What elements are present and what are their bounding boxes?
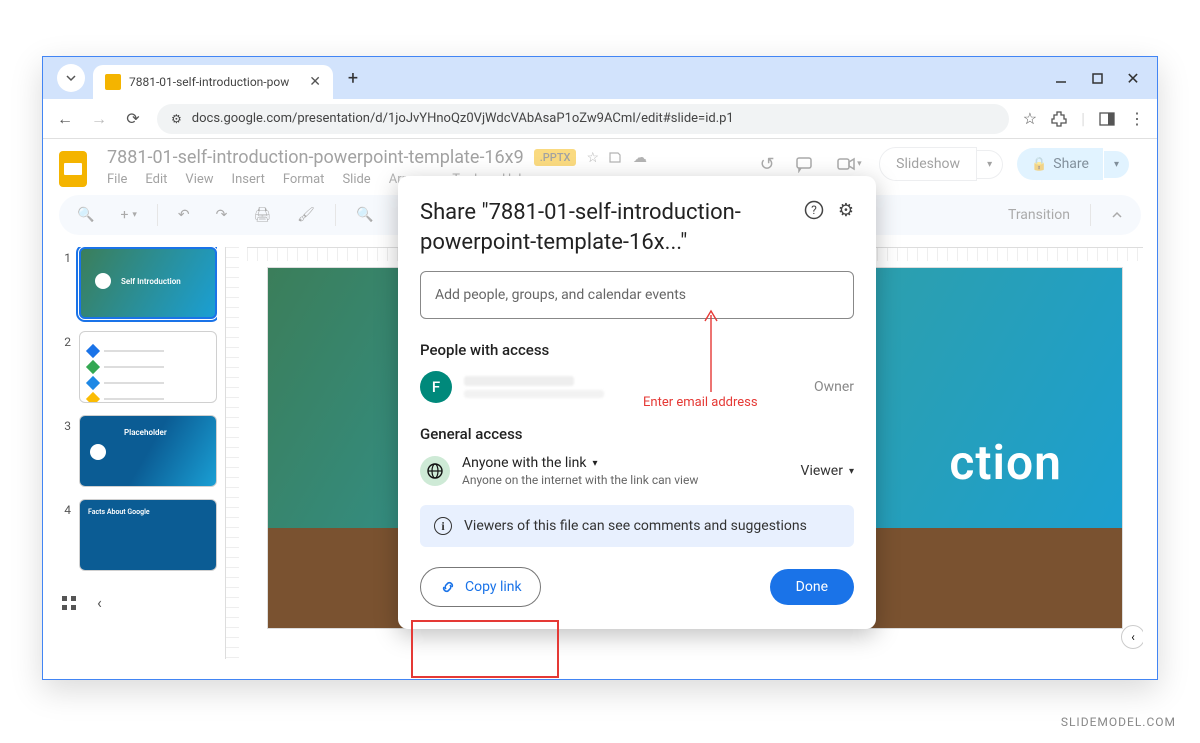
thumb4-title: Facts About Google — [88, 508, 150, 516]
tab-title: 7881-01-self-introduction-pow — [129, 75, 301, 89]
slide-thumbnails: 1 Self Introduction 2 — [57, 247, 217, 659]
copy-link-button[interactable]: Copy link — [420, 567, 541, 607]
general-access-row: Anyone with the link ▾ Anyone on the int… — [420, 455, 854, 487]
share-dialog: Share "7881-01-self-introduction-powerpo… — [398, 176, 876, 629]
copy-link-label: Copy link — [465, 579, 522, 595]
thumb-number: 1 — [57, 247, 71, 265]
url-text: docs.google.com/presentation/d/1joJvYHno… — [192, 111, 734, 126]
close-tab-icon[interactable]: ✕ — [309, 74, 321, 90]
tab-search-button[interactable] — [57, 64, 85, 92]
thumb1-title: Self Introduction — [121, 277, 181, 286]
vertical-ruler — [225, 247, 239, 659]
slide-thumbnail-2[interactable] — [79, 331, 217, 403]
slides-favicon-icon — [105, 74, 121, 90]
person-role: Owner — [814, 379, 854, 395]
thumb-number: 4 — [57, 499, 71, 517]
extensions-icon[interactable] — [1051, 111, 1067, 127]
slide-thumbnail-4[interactable]: Facts About Google — [79, 499, 217, 571]
add-people-placeholder: Add people, groups, and calendar events — [435, 287, 686, 303]
people-access-heading: People with access — [420, 341, 854, 359]
dialog-title: Share "7881-01-self-introduction-powerpo… — [420, 198, 794, 257]
avatar: F — [420, 371, 452, 403]
thumb3-title: Placeholder — [124, 428, 167, 437]
slide-thumbnail-3[interactable]: Placeholder — [79, 415, 217, 487]
annotation-arrow — [691, 307, 731, 397]
info-text: Viewers of this file can see comments an… — [464, 518, 807, 534]
browser-menu-icon[interactable]: ⋮ — [1129, 109, 1145, 128]
access-type-select[interactable]: Anyone with the link ▾ — [462, 455, 698, 471]
slide-title-fragment: ction — [949, 434, 1062, 491]
role-select[interactable]: Viewer ▾ — [801, 463, 854, 479]
person-row: F Owner — [420, 371, 854, 403]
maximize-window-button[interactable] — [1079, 57, 1115, 99]
annotation-text: Enter email address — [643, 395, 758, 410]
thumb-number: 3 — [57, 415, 71, 433]
forward-button[interactable]: → — [89, 109, 109, 129]
grid-view-icon[interactable] — [61, 595, 77, 611]
site-info-icon[interactable]: ⚙ — [171, 112, 182, 126]
general-access-heading: General access — [420, 425, 854, 443]
back-button[interactable]: ← — [55, 109, 75, 129]
add-people-input[interactable]: Add people, groups, and calendar events — [420, 271, 854, 319]
person-email-redacted — [464, 390, 604, 398]
help-icon[interactable]: ? — [804, 200, 824, 221]
info-banner: i Viewers of this file can see comments … — [420, 505, 854, 547]
browser-tab[interactable]: 7881-01-self-introduction-pow ✕ — [93, 65, 333, 99]
prev-icon[interactable]: ‹ — [97, 593, 102, 612]
done-button[interactable]: Done — [770, 569, 854, 605]
thumb-number: 2 — [57, 331, 71, 349]
slide-thumbnail-1[interactable]: Self Introduction — [79, 247, 217, 319]
watermark: SLIDEMODEL.COM — [1061, 715, 1176, 729]
browser-url-bar: ← → ⟳ ⚙ docs.google.com/presentation/d/1… — [43, 99, 1157, 139]
reload-button[interactable]: ⟳ — [123, 109, 143, 128]
person-name-redacted — [464, 376, 574, 386]
browser-tab-strip: 7881-01-self-introduction-pow ✕ + ✕ — [43, 57, 1157, 99]
close-window-button[interactable]: ✕ — [1115, 57, 1151, 99]
explore-button[interactable]: ‹ — [1121, 625, 1143, 649]
access-description: Anyone on the internet with the link can… — [462, 473, 698, 487]
minimize-window-button[interactable] — [1043, 57, 1079, 99]
browser-window: 7881-01-self-introduction-pow ✕ + ✕ ← → … — [42, 56, 1158, 680]
bookmark-icon[interactable]: ☆ — [1023, 109, 1037, 128]
link-icon — [439, 578, 457, 596]
info-icon: i — [434, 517, 452, 535]
svg-text:?: ? — [811, 203, 817, 217]
side-panel-icon[interactable] — [1099, 112, 1115, 126]
url-input[interactable]: ⚙ docs.google.com/presentation/d/1joJvYH… — [157, 104, 1009, 134]
globe-icon — [420, 456, 450, 486]
new-tab-button[interactable]: + — [339, 64, 367, 92]
settings-icon[interactable]: ⚙ — [838, 200, 854, 221]
